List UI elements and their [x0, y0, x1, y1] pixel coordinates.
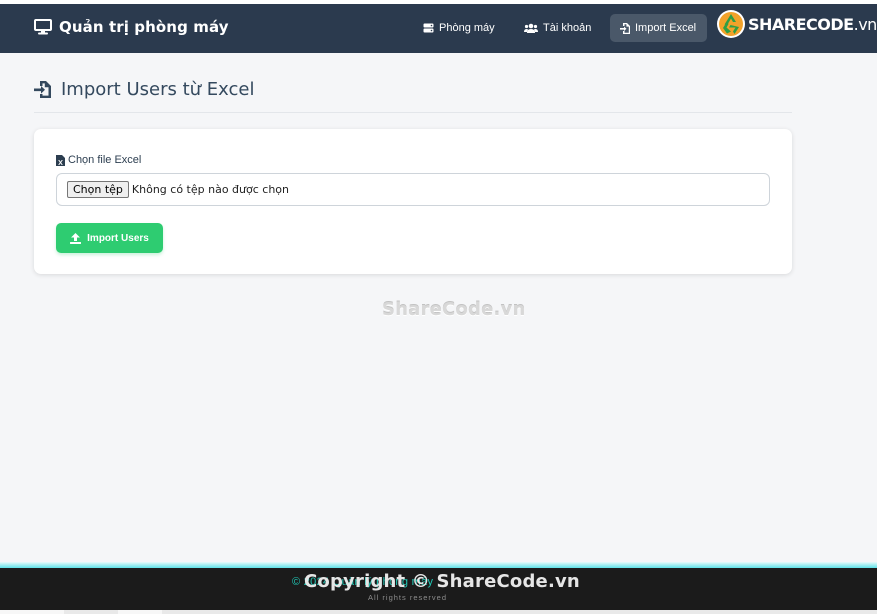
import-users-button[interactable]: Import Users	[56, 223, 163, 253]
logo-suffix: .vn	[853, 14, 877, 34]
navbar: Quản trị phòng máy Phòng máy Tài khoản I…	[0, 4, 877, 53]
bottom-bar-segment	[118, 610, 162, 614]
bottom-scroll-bar	[0, 610, 877, 614]
brand-link[interactable]: Quản trị phòng máy	[34, 18, 229, 36]
desktop-icon	[34, 19, 52, 35]
footer: © 2024 Quản lý phòng máy Copyright © Sha…	[0, 568, 877, 610]
heading-divider	[34, 112, 792, 113]
footer-rights: All rights reserved	[368, 593, 448, 602]
file-import-icon	[34, 81, 51, 98]
page-title: Import Users từ Excel	[61, 79, 255, 100]
file-status-text: Không có tệp nào được chọn	[131, 183, 290, 196]
page-heading: Import Users từ Excel	[34, 79, 254, 100]
nav-tai-khoan[interactable]: Tài khoản	[514, 14, 601, 42]
footer-watermark: Copyright © ShareCode.vn	[304, 571, 580, 592]
file-field-label: Chọn file Excel	[56, 154, 141, 166]
nav-import-excel-label: Import Excel	[635, 22, 697, 34]
recycle-logo-icon	[717, 10, 745, 38]
file-field-label-text: Chọn file Excel	[68, 154, 142, 166]
logo-main: SHARECODE	[748, 14, 854, 34]
choose-file-button[interactable]: Chọn tệp	[67, 181, 129, 198]
import-users-label: Import Users	[87, 232, 149, 244]
upload-icon	[70, 232, 82, 244]
server-icon	[423, 23, 434, 33]
logo-text: SHARECODE.vn	[748, 15, 877, 34]
nav-phong-may[interactable]: Phòng máy	[413, 14, 505, 42]
nav-tai-khoan-label: Tài khoản	[543, 22, 592, 34]
users-icon	[524, 23, 538, 33]
file-import-icon	[620, 22, 630, 34]
sharecode-logo: SHARECODE.vn	[716, 9, 877, 39]
brand-title: Quản trị phòng máy	[59, 18, 229, 36]
import-card: Chọn file Excel Chọn tệp Không có tệp nà…	[34, 129, 792, 274]
file-excel-icon	[56, 154, 65, 166]
nav-import-excel[interactable]: Import Excel	[610, 14, 707, 42]
file-input[interactable]: Chọn tệp Không có tệp nào được chọn	[56, 173, 770, 206]
watermark: ShareCode.vn	[382, 299, 526, 320]
nav-phong-may-label: Phòng máy	[439, 22, 495, 34]
bottom-bar-segment	[0, 610, 64, 614]
